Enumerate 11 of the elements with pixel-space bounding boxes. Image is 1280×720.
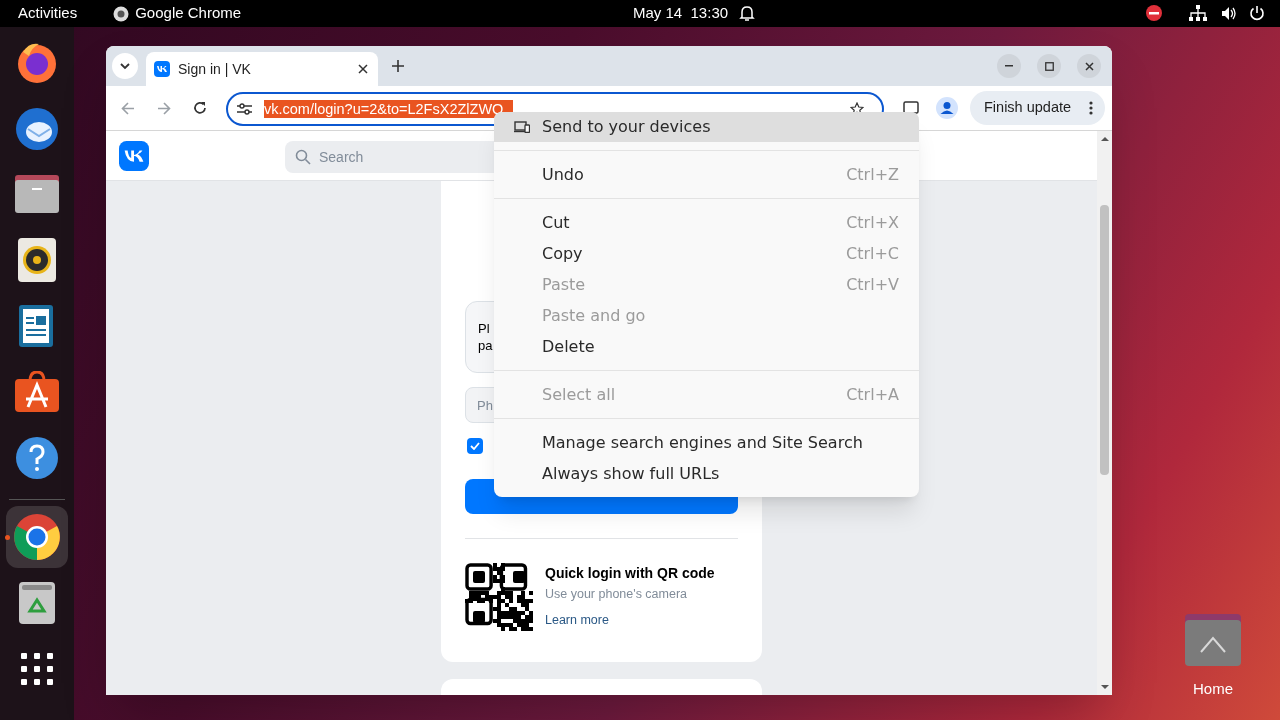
shortcut-label: Ctrl+C [845, 242, 899, 265]
info-text: Pl [478, 320, 490, 337]
shortcut-label: Ctrl+V [846, 273, 899, 296]
shortcut-label: Ctrl+X [846, 211, 899, 234]
qr-title: Quick login with QR code [545, 564, 715, 583]
shortcut-label: Ctrl+Z [846, 163, 899, 186]
url-text: vk.com/login?u=2&to=L2FsX2ZlZWQ [264, 100, 514, 118]
info-text: pa [478, 337, 493, 354]
tab-title: Sign in | VK [178, 59, 251, 79]
qr-subtitle: Use your phone's camera [545, 586, 689, 603]
shortcut-label: Ctrl+A [846, 383, 899, 406]
